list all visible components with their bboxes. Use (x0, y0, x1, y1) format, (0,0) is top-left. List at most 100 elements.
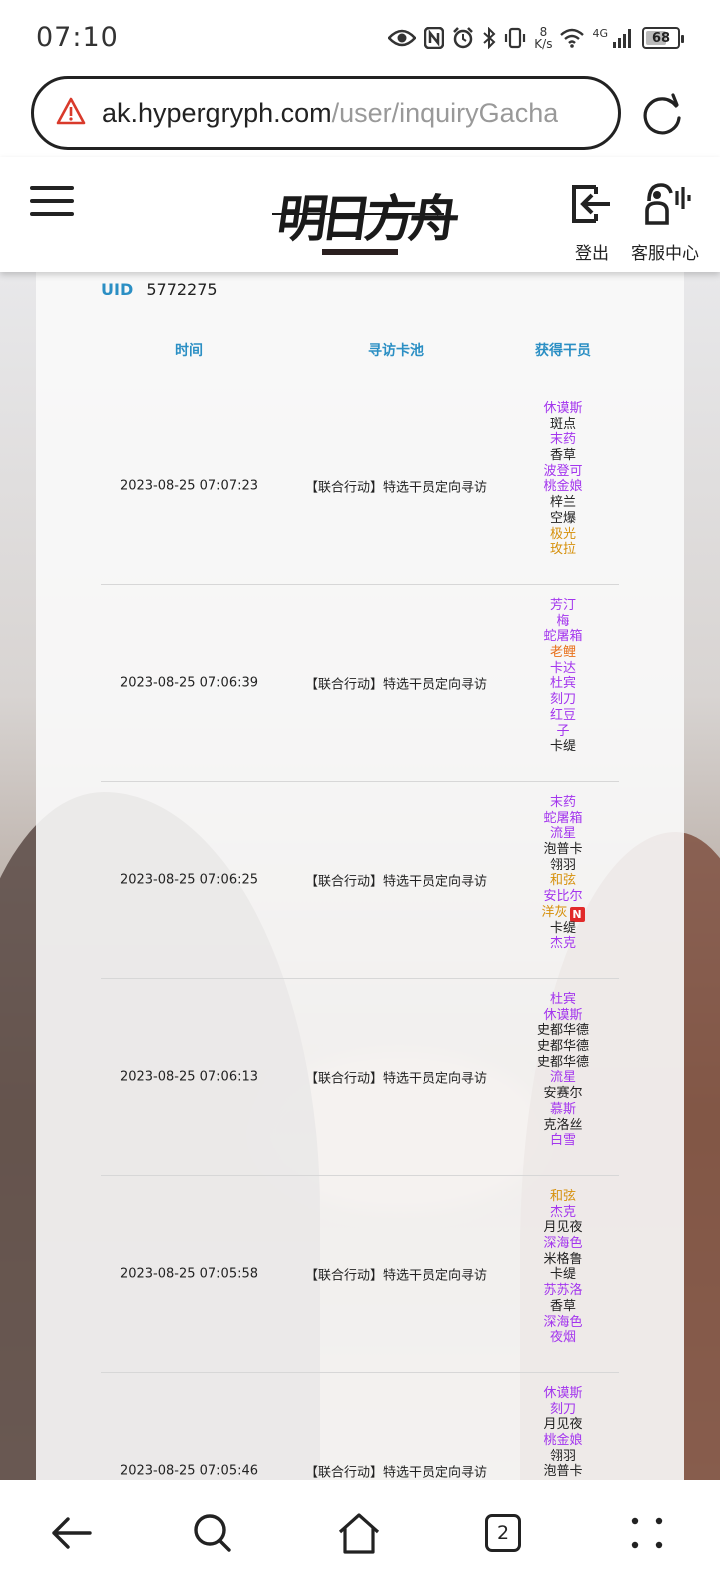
operator-entry: 夜烟 (513, 1330, 613, 1346)
operator-entry: 卡达 (513, 661, 613, 677)
operator-name: 杜宾 (549, 992, 576, 1007)
battery-level: 68 (651, 30, 671, 46)
table-row: 2023-08-25 07:05:46 【联合行动】特选干员定向寻访 休谟斯 刻刀 月见… (101, 1373, 619, 1480)
operator-entry: 米格鲁 (513, 1252, 613, 1268)
row-operators: 和弦 杰克 月见夜 深海色 米格鲁 卡缇 苏苏洛 香草 深海色 夜烟 (513, 1189, 613, 1346)
operator-entry: 波登可 (513, 464, 613, 480)
operator-entry: 老鲤 (513, 645, 613, 661)
logout-label: 登出 (575, 244, 609, 264)
table-row: 2023-08-25 07:06:39 【联合行动】特选干员定向寻访 芳汀梅蛇屠箱老… (101, 585, 619, 782)
logo[interactable]: 明日方舟 (272, 173, 458, 259)
operator-name: 流星 (549, 826, 576, 842)
row-operators: 末药 蛇屠箱 流星 泡普卡 翎羽 和弦 安比尔 洋灰 N 卡缇 杰克 (513, 795, 613, 952)
site-header: 明日方舟 登出 客服中心 (0, 157, 720, 272)
operator-entry: 杜宾 (513, 676, 613, 692)
operator-name: 梓兰 (549, 495, 576, 511)
operator-entry: 刻刀 (513, 692, 613, 708)
address-bar[interactable]: ak.hypergryph.com/user/inquiryGacha (31, 76, 621, 150)
bottom-navigation: 2 (0, 1480, 720, 1588)
table-row: 2023-08-25 07:06:13 【联合行动】特选干员定向寻访 杜宾 休谟斯 史都… (101, 979, 619, 1176)
uid-value: 5772275 (146, 280, 218, 299)
uid-row: UID 5772275 (101, 280, 218, 299)
back-icon[interactable] (46, 1508, 96, 1558)
header-pool: 寻访卡池 (368, 343, 424, 359)
operator-name: 卡缇 (549, 920, 576, 936)
row-pool: 【联合行动】特选干员定向寻访 (304, 480, 487, 496)
customer-service-button[interactable]: 客服中心 (631, 181, 699, 264)
operator-entry: 红豆 (513, 708, 613, 724)
operator-entry: 梅 (513, 614, 613, 630)
operator-name: 红豆 (549, 707, 576, 723)
operator-name: 深海色 (543, 1236, 583, 1252)
logo-text: 明日方舟 (273, 189, 458, 248)
menu-icon[interactable] (30, 183, 76, 219)
operator-entry: 杰克 (513, 936, 613, 952)
operator-name: 史都华德 (536, 1023, 589, 1039)
operator-entry: 安赛尔 (513, 1086, 613, 1102)
operator-name: 斑点 (549, 416, 576, 432)
row-operators: 休谟斯 斑点 末药 香草 波登可 桃金娘 梓兰 空爆 极光 玫拉 (513, 401, 613, 558)
url-text[interactable]: ak.hypergryph.com/user/inquiryGacha (102, 98, 558, 129)
operator-name: 蛇屠箱 (543, 629, 583, 645)
operator-name: 波登可 (543, 463, 583, 479)
uid-label: UID (101, 280, 134, 299)
operator-entry: 白雪 (513, 1133, 613, 1149)
browser-toolbar: ak.hypergryph.com/user/inquiryGacha (0, 72, 720, 157)
search-icon[interactable] (188, 1508, 238, 1558)
reload-icon[interactable] (640, 92, 684, 140)
operator-name: 休谟斯 (543, 1007, 583, 1023)
operator-entry: 末药 (513, 795, 613, 811)
operator-entry: 休谟斯 (513, 1008, 613, 1024)
operator-name: 桃金娘 (543, 479, 583, 495)
row-pool: 【联合行动】特选干员定向寻访 (304, 677, 487, 693)
vibrate-icon (504, 27, 526, 49)
operator-name: 卡缇 (549, 1267, 576, 1283)
operator-name: 和弦 (549, 873, 576, 889)
warning-icon[interactable] (56, 97, 86, 129)
home-icon[interactable] (334, 1508, 384, 1558)
operator-name: 梅 (556, 613, 570, 629)
operator-name: 空爆 (549, 510, 576, 526)
row-time: 2023-08-25 07:06:13 (119, 1069, 259, 1085)
operator-entry: 桃金娘 (513, 1433, 613, 1449)
row-pool: 【联合行动】特选干员定向寻访 (304, 874, 487, 890)
row-time: 2023-08-25 07:05:58 (119, 1266, 259, 1282)
logout-button[interactable]: 登出 (570, 181, 614, 264)
row-time: 2023-08-25 07:06:39 (119, 675, 259, 691)
more-icon[interactable] (622, 1508, 672, 1558)
alarm-icon (452, 27, 474, 49)
row-pool: 【联合行动】特选干员定向寻访 (304, 1071, 487, 1087)
operator-name: 刻刀 (549, 692, 576, 708)
operator-name: 芳汀 (549, 598, 576, 613)
operator-name: 卡达 (549, 660, 576, 676)
operator-name: 流星 (549, 1070, 576, 1086)
operator-name: 深海色 (543, 1314, 583, 1330)
operator-entry: 桃金娘 (513, 479, 613, 495)
battery-icon: 68 (642, 27, 684, 49)
operator-entry: 末药 (513, 432, 613, 448)
row-operators: 休谟斯 刻刀 月见夜 桃金娘 翎羽 泡普卡 (513, 1386, 613, 1480)
table-body: 2023-08-25 07:07:23 【联合行动】特选干员定向寻访 休谟斯 斑点 末药… (101, 388, 619, 1480)
operator-name: 慕斯 (549, 1101, 576, 1117)
operator-name: 苏苏洛 (543, 1283, 583, 1299)
operator-name: 白雪 (549, 1133, 576, 1149)
table-row: 2023-08-25 07:07:23 【联合行动】特选干员定向寻访 休谟斯 斑点 末药… (101, 388, 619, 585)
operator-name: 月见夜 (543, 1417, 583, 1433)
status-time: 07:10 (36, 22, 119, 53)
operator-name: 极光 (549, 526, 576, 542)
operator-name: 老鲤 (549, 645, 576, 661)
row-time: 2023-08-25 07:06:25 (119, 872, 259, 888)
row-pool: 【联合行动】特选干员定向寻访 (304, 1465, 487, 1481)
row-pool: 【联合行动】特选干员定向寻访 (304, 1268, 487, 1284)
operator-name: 休谟斯 (543, 401, 583, 416)
operator-entry: 深海色 (513, 1315, 613, 1331)
tabs-icon[interactable]: 2 (478, 1508, 528, 1558)
operator-name: 安比尔 (543, 889, 583, 905)
operator-entry: 和弦 (513, 1189, 613, 1205)
nfc-icon (424, 27, 445, 49)
operator-name: 安赛尔 (543, 1086, 583, 1102)
bluetooth-icon (482, 27, 496, 49)
operator-name: 史都华德 (536, 1039, 589, 1055)
operator-name: 蛇屠箱 (543, 810, 583, 826)
operator-entry: 史都华德 (513, 1055, 613, 1071)
